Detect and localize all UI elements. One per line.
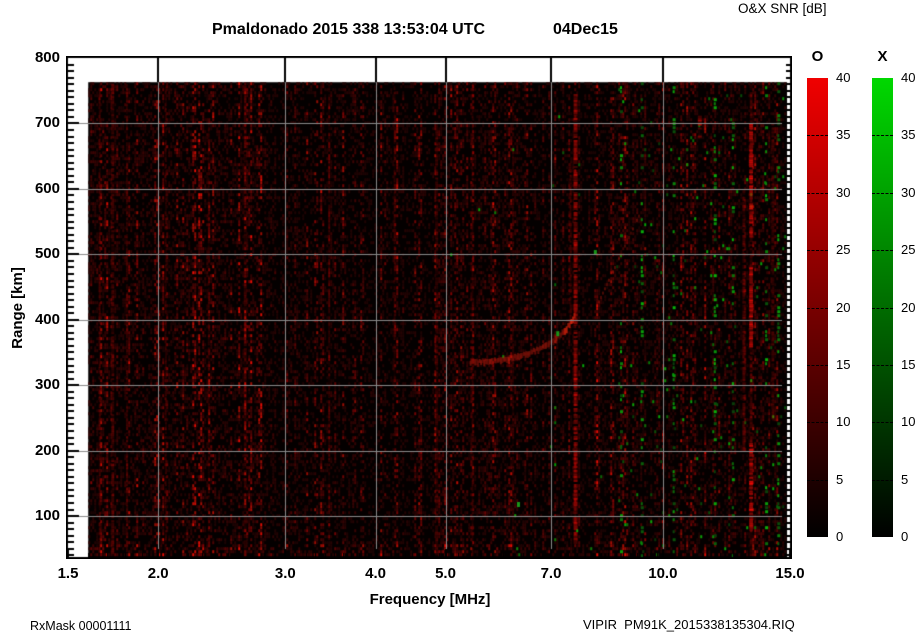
x-tick-label: 4.0	[354, 566, 398, 581]
y-tick-label: 800	[8, 50, 60, 65]
o-colorbar-tick-label: 40	[836, 71, 866, 85]
colorbar-tick-mark	[872, 135, 893, 136]
o-colorbar-label: O	[801, 48, 834, 65]
x-tick-label: 15.0	[768, 566, 812, 581]
x-tick-label: 2.0	[136, 566, 180, 581]
o-colorbar-tick-label: 35	[836, 128, 866, 142]
o-colorbar-tick-label: 30	[836, 186, 866, 200]
page-title: Pmaldonado 2015 338 13:53:04 UTC	[212, 21, 485, 39]
y-tick-label: 700	[8, 115, 60, 130]
date-label: 04Dec15	[553, 21, 618, 39]
x-colorbar	[872, 78, 893, 537]
colorbar-tick-mark	[872, 308, 893, 309]
rxmask-label: RxMask 00001111	[30, 619, 131, 633]
o-colorbar-tick-label: 15	[836, 358, 866, 372]
y-tick-label: 400	[8, 312, 60, 327]
y-tick-label: 200	[8, 443, 60, 458]
o-colorbar-tick-label: 20	[836, 301, 866, 315]
colorbar-tick-mark	[807, 365, 828, 366]
x-tick-label: 10.0	[641, 566, 685, 581]
colorbar-tick-mark	[807, 193, 828, 194]
x-tick-label: 7.0	[529, 566, 573, 581]
colorbar-title: O&X SNR [dB]	[738, 2, 827, 16]
x-colorbar-tick-label: 0	[901, 530, 922, 544]
o-colorbar-tick-label: 5	[836, 473, 866, 487]
o-colorbar-tick-label: 0	[836, 530, 866, 544]
y-tick-label: 500	[8, 246, 60, 261]
ionogram-page: Pmaldonado 2015 338 13:53:04 UTC 04Dec15…	[0, 0, 922, 636]
colorbar-tick-mark	[807, 422, 828, 423]
x-axis-title: Frequency [MHz]	[360, 591, 500, 608]
x-colorbar-label: X	[866, 48, 899, 65]
colorbar-tick-mark	[807, 250, 828, 251]
x-colorbar-tick-label: 30	[901, 186, 922, 200]
x-colorbar-tick-label: 35	[901, 128, 922, 142]
x-colorbar-tick-label: 5	[901, 473, 922, 487]
o-colorbar-tick-label: 25	[836, 243, 866, 257]
o-colorbar	[807, 78, 828, 537]
x-colorbar-tick-label: 25	[901, 243, 922, 257]
colorbar-tick-mark	[872, 193, 893, 194]
x-tick-label: 5.0	[424, 566, 468, 581]
o-colorbar-tick-label: 10	[836, 415, 866, 429]
colorbar-tick-mark	[807, 480, 828, 481]
x-tick-label: 1.5	[46, 566, 90, 581]
ionogram-heatmap-canvas	[66, 56, 792, 559]
y-axis-title: Range [km]	[9, 263, 25, 353]
x-colorbar-tick-label: 40	[901, 71, 922, 85]
file-name-label: VIPIR PM91K_2015338135304.RIQ	[583, 617, 795, 632]
colorbar-tick-mark	[807, 308, 828, 309]
x-tick-label: 3.0	[263, 566, 307, 581]
x-colorbar-tick-label: 15	[901, 358, 922, 372]
colorbar-tick-mark	[872, 422, 893, 423]
x-colorbar-tick-label: 20	[901, 301, 922, 315]
colorbar-tick-mark	[872, 480, 893, 481]
y-tick-label: 600	[8, 181, 60, 196]
colorbar-tick-mark	[807, 135, 828, 136]
x-colorbar-tick-label: 10	[901, 415, 922, 429]
colorbar-tick-mark	[872, 250, 893, 251]
y-tick-label: 100	[8, 508, 60, 523]
colorbar-tick-mark	[872, 365, 893, 366]
y-tick-label: 300	[8, 377, 60, 392]
